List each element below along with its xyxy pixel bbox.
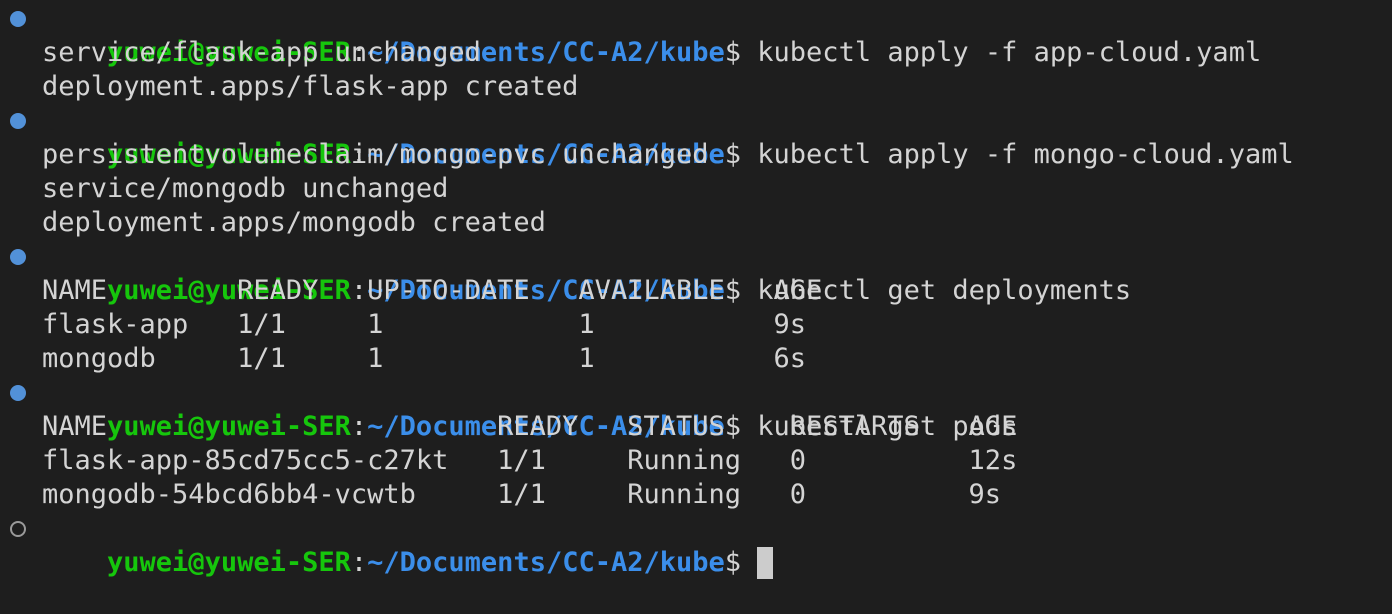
- prompt-line: yuwei@yuwei-SER:~/Documents/CC-A2/kube$ …: [10, 2, 1261, 68]
- active-prompt-line[interactable]: yuwei@yuwei-SER:~/Documents/CC-A2/kube$: [10, 512, 774, 579]
- table-row: flask-app-85cd75cc5-c27kt 1/1 Running 0 …: [42, 445, 1018, 476]
- text-cursor: [757, 547, 774, 579]
- table-header: NAME READY UP-TO-DATE AVAILABLE AGE: [42, 275, 823, 306]
- command-input[interactable]: [741, 547, 757, 578]
- command-success-icon[interactable]: [10, 249, 26, 265]
- prompt-line: yuwei@yuwei-SER:~/Documents/CC-A2/kube$ …: [10, 376, 1017, 442]
- table-header: NAME READY STATUS RESTARTS AGE: [42, 411, 1018, 442]
- table-row: mongodb 1/1 1 1 6s: [42, 343, 807, 374]
- command-success-icon[interactable]: [10, 385, 26, 401]
- command-text: kubectl apply -f mongo-cloud.yaml: [741, 139, 1294, 170]
- command-pending-icon[interactable]: [10, 521, 26, 537]
- prompt-line: yuwei@yuwei-SER:~/Documents/CC-A2/kube$ …: [10, 240, 1131, 306]
- output-line: deployment.apps/flask-app created: [42, 71, 579, 102]
- prompt-line: yuwei@yuwei-SER:~/Documents/CC-A2/kube$ …: [10, 104, 1294, 170]
- output-line: persistentvolumeclaim/mongo-pvc unchange…: [42, 139, 709, 170]
- table-row: mongodb-54bcd6bb4-vcwtb 1/1 Running 0 9s: [42, 479, 1002, 510]
- prompt-path: ~/Documents/CC-A2/kube: [367, 547, 725, 578]
- terminal[interactable]: yuwei@yuwei-SER:~/Documents/CC-A2/kube$ …: [0, 0, 1392, 579]
- command-success-icon[interactable]: [10, 113, 26, 129]
- prompt-user-host: yuwei@yuwei-SER: [107, 547, 351, 578]
- output-line: service/flask-app unchanged: [42, 37, 481, 68]
- output-line: service/mongodb unchanged: [42, 173, 449, 204]
- table-row: flask-app 1/1 1 1 9s: [42, 309, 807, 340]
- command-success-icon[interactable]: [10, 11, 26, 27]
- command-text: kubectl apply -f app-cloud.yaml: [741, 37, 1262, 68]
- output-line: deployment.apps/mongodb created: [42, 207, 546, 238]
